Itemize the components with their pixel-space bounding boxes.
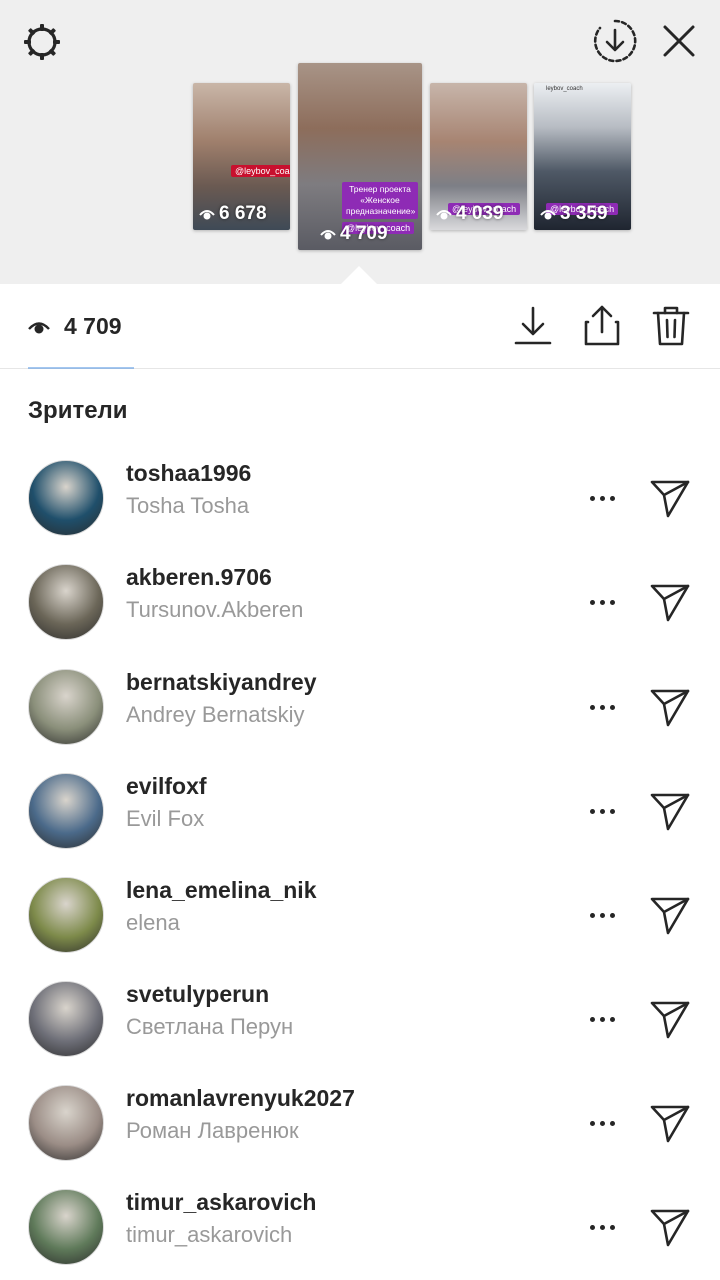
story-view-count-value: 4 709 bbox=[340, 223, 388, 244]
viewer-fullname: Роман Лавренюк bbox=[126, 1118, 299, 1143]
viewer-username[interactable]: timur_askarovich bbox=[126, 1189, 316, 1216]
trash-icon bbox=[652, 306, 690, 346]
send-icon bbox=[650, 689, 690, 727]
viewer-row[interactable]: akberen.9706 Tursunov.Akberen bbox=[0, 550, 720, 654]
send-message-button[interactable] bbox=[645, 1202, 695, 1252]
story-view-count-value: 3 359 bbox=[560, 203, 608, 224]
story-view-count: 4 709 bbox=[320, 223, 388, 245]
avatar[interactable] bbox=[28, 564, 104, 640]
story-view-count-value: 6 678 bbox=[219, 203, 267, 224]
viewer-row[interactable]: romanlavrenyuk2027 Роман Лавренюк bbox=[0, 1071, 720, 1175]
more-options-button[interactable] bbox=[580, 1211, 624, 1243]
story-view-count: 3 359 bbox=[540, 203, 608, 225]
more-options-button[interactable] bbox=[580, 586, 624, 618]
avatar[interactable] bbox=[28, 669, 104, 745]
send-message-button[interactable] bbox=[645, 1098, 695, 1148]
more-options-button[interactable] bbox=[580, 691, 624, 723]
viewer-row[interactable]: toshaa1996 Tosha Tosha bbox=[0, 446, 720, 550]
story-thumbnail-selected[interactable]: Тренер проекта «Женское предназначение» … bbox=[298, 63, 422, 250]
more-options-button[interactable] bbox=[580, 1003, 624, 1035]
avatar[interactable] bbox=[28, 981, 104, 1057]
more-options-button[interactable] bbox=[580, 482, 624, 514]
avatar[interactable] bbox=[28, 877, 104, 953]
share-button[interactable] bbox=[579, 303, 625, 349]
send-icon bbox=[650, 584, 690, 622]
avatar[interactable] bbox=[28, 1189, 104, 1265]
viewers-heading: Зрители bbox=[28, 397, 128, 424]
send-icon bbox=[650, 1209, 690, 1247]
share-icon bbox=[584, 305, 620, 346]
viewer-row[interactable]: lena_emelina_nik elena bbox=[0, 863, 720, 967]
story-caption: Тренер проекта «Женское предназначение» bbox=[342, 182, 418, 219]
send-icon bbox=[650, 1001, 690, 1039]
download-circle-icon bbox=[593, 19, 637, 63]
eye-icon bbox=[436, 210, 452, 220]
view-count: 4 709 bbox=[64, 313, 122, 339]
viewer-fullname: Andrey Bernatskiy bbox=[126, 702, 305, 727]
viewer-username[interactable]: toshaa1996 bbox=[126, 460, 251, 487]
close-button[interactable] bbox=[656, 18, 702, 64]
send-icon bbox=[650, 480, 690, 518]
delete-button[interactable] bbox=[648, 303, 694, 349]
story-thumbnail[interactable]: @leybov_coach 4 039 bbox=[430, 83, 527, 230]
viewer-username[interactable]: svetulyperun bbox=[126, 981, 269, 1008]
story-stats-bar: 4 709 bbox=[0, 285, 720, 369]
download-icon bbox=[514, 306, 552, 345]
viewer-fullname: timur_askarovich bbox=[126, 1222, 293, 1247]
avatar[interactable] bbox=[28, 773, 104, 849]
settings-icon bbox=[24, 24, 60, 60]
viewer-fullname: elena bbox=[126, 910, 180, 935]
send-message-button[interactable] bbox=[645, 786, 695, 836]
viewer-fullname: Tosha Tosha bbox=[126, 493, 250, 518]
send-message-button[interactable] bbox=[645, 994, 695, 1044]
eye-icon bbox=[320, 230, 336, 240]
stories-strip: @leybov_coach 6 678 Тренер проекта «Женс… bbox=[0, 0, 720, 285]
viewer-row[interactable]: svetulyperun Светлана Перун bbox=[0, 967, 720, 1071]
selected-story-pointer bbox=[340, 266, 378, 285]
send-message-button[interactable] bbox=[645, 473, 695, 523]
story-thumbnail[interactable]: @leybov_coach 6 678 bbox=[193, 83, 290, 230]
send-message-button[interactable] bbox=[645, 577, 695, 627]
send-icon bbox=[650, 793, 690, 831]
eye-icon bbox=[28, 322, 50, 334]
download-button[interactable] bbox=[510, 303, 556, 349]
eye-icon bbox=[540, 210, 556, 220]
story-view-count: 4 039 bbox=[436, 203, 504, 225]
send-message-button[interactable] bbox=[645, 682, 695, 732]
viewer-fullname: Светлана Перун bbox=[126, 1014, 294, 1039]
viewer-username[interactable]: akberen.9706 bbox=[126, 564, 272, 591]
close-icon bbox=[663, 25, 695, 57]
viewer-row[interactable]: evilfoxf Evil Fox bbox=[0, 759, 720, 863]
viewer-fullname: Tursunov.Akberen bbox=[126, 597, 304, 622]
viewer-username[interactable]: lena_emelina_nik bbox=[126, 877, 317, 904]
more-options-button[interactable] bbox=[580, 1107, 624, 1139]
story-thumbnail[interactable]: leybov_coach @leybov_coach 3 359 bbox=[534, 83, 631, 230]
story-tag: @leybov_coach bbox=[231, 165, 290, 177]
settings-button[interactable] bbox=[18, 18, 66, 66]
viewer-fullname: Evil Fox bbox=[126, 806, 205, 831]
story-view-count-value: 4 039 bbox=[456, 203, 504, 224]
more-options-button[interactable] bbox=[580, 899, 624, 931]
tab-indicator bbox=[28, 367, 134, 369]
send-icon bbox=[650, 1105, 690, 1143]
more-options-button[interactable] bbox=[580, 795, 624, 827]
viewer-username[interactable]: bernatskiyandrey bbox=[126, 669, 316, 696]
story-header-name: leybov_coach bbox=[546, 86, 583, 92]
send-icon bbox=[650, 897, 690, 935]
viewer-username[interactable]: evilfoxf bbox=[126, 773, 207, 800]
save-story-button[interactable] bbox=[590, 16, 640, 66]
avatar[interactable] bbox=[28, 1085, 104, 1161]
send-message-button[interactable] bbox=[645, 890, 695, 940]
eye-icon bbox=[199, 210, 215, 220]
story-view-count: 6 678 bbox=[199, 203, 267, 225]
viewer-row[interactable]: bernatskiyandrey Andrey Bernatskiy bbox=[0, 655, 720, 759]
avatar[interactable] bbox=[28, 460, 104, 536]
viewer-username[interactable]: romanlavrenyuk2027 bbox=[126, 1085, 355, 1112]
viewer-row[interactable]: timur_askarovich timur_askarovich bbox=[0, 1175, 720, 1279]
